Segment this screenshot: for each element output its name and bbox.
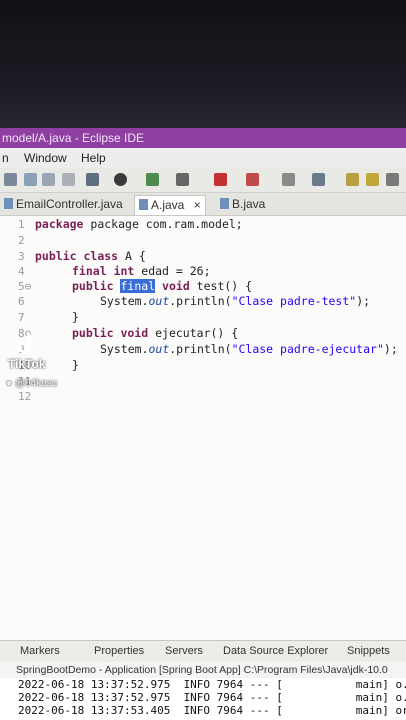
string-literal: "Clase padre-test" (231, 294, 357, 308)
editor-tabs: EmailController.java A.java × B.java (0, 193, 406, 216)
code-line: } (72, 358, 79, 372)
toolbar-icon[interactable] (24, 173, 37, 186)
string-literal: "Clase padre-ejecutar" (231, 342, 384, 356)
tab-snippets[interactable]: Snippets (347, 645, 390, 657)
console-line: 2022-06-18 13:37:52.975 INFO 7964 --- [ … (18, 691, 406, 704)
code-line: final int edad = 26; (72, 264, 211, 278)
tab-properties[interactable]: Properties (94, 645, 144, 657)
menu-item-window[interactable]: Window (24, 148, 67, 168)
tab-data-source-explorer[interactable]: Data Source Explorer (223, 645, 328, 657)
toolbar-icon[interactable] (176, 173, 189, 186)
keyword: final (72, 264, 107, 278)
tab-b-java[interactable]: B.java (216, 195, 265, 214)
line-number: 4 (18, 265, 25, 278)
tiktok-logo-icon (18, 333, 35, 353)
tab-label: EmailController.java (16, 197, 123, 211)
debug-icon[interactable] (86, 173, 99, 186)
keyword: public (35, 249, 77, 263)
tab-servers[interactable]: Servers (165, 645, 203, 657)
dark-background (0, 0, 406, 128)
code-line: } (72, 310, 79, 324)
handle-text: @04kasu (14, 378, 58, 389)
line-number: 12 (18, 390, 32, 403)
code-line: package package com.ram.model; (35, 217, 243, 231)
line-number: 7 (18, 311, 25, 324)
toolbar-icon[interactable] (312, 173, 325, 186)
tiktok-watermark: TikTok (8, 332, 46, 371)
code-text: edad = 26; (134, 264, 211, 278)
code-line: public void ejecutar() { (72, 326, 238, 340)
code-line: public final void test() { (72, 279, 252, 293)
keyword: int (113, 264, 135, 278)
keyword: package (35, 217, 84, 231)
tiktok-handle: ● @04kasu (6, 378, 57, 389)
line-number: 2 (18, 234, 25, 247)
code-text: ); (383, 342, 398, 356)
toolbar (0, 168, 406, 193)
console-title: SpringBootDemo - Application [Spring Boo… (0, 662, 406, 678)
static-field: out (148, 294, 170, 308)
keyword: void (120, 326, 149, 340)
keyword: public (72, 326, 114, 340)
window-title: model/A.java - Eclipse IDE (2, 131, 145, 145)
window-title-bar: model/A.java - Eclipse IDE (0, 128, 406, 148)
code-text: .println( (169, 342, 232, 356)
menu-item-run[interactable]: n (2, 148, 9, 168)
code-text: A { (118, 249, 146, 263)
bottom-panel-tabs: Markers Properties Servers Data Source E… (0, 640, 406, 663)
tab-label: A.java (151, 198, 185, 212)
tab-emailcontroller[interactable]: EmailController.java (0, 195, 123, 214)
line-number: 1 (18, 218, 25, 231)
line-number: 5⊖ (18, 280, 32, 293)
line-number: 6 (18, 295, 25, 308)
toolbar-icon[interactable] (346, 173, 359, 186)
selected-text: final (120, 279, 156, 293)
user-icon: ● (6, 378, 13, 389)
code-line: System.out.println("Clase padre-ejecutar… (100, 342, 398, 356)
code-editor[interactable]: 1 2 3 4 5⊖ 6 7 8⊖ 9 10 11 12 package pac… (0, 216, 406, 640)
tab-label: B.java (232, 197, 266, 211)
menu-item-help[interactable]: Help (81, 148, 106, 168)
code-text: System. (100, 294, 149, 308)
code-text: .println( (169, 294, 232, 308)
run-config-icon[interactable] (146, 173, 159, 186)
code-text: test() { (189, 279, 253, 293)
keyword: void (162, 279, 190, 293)
code-text: package com.ram.model; (90, 217, 243, 231)
toolbar-icon[interactable] (386, 173, 399, 186)
keyword: public (72, 279, 114, 293)
console-output[interactable]: 2022-06-18 13:37:52.975 INFO 7964 --- [ … (0, 678, 406, 720)
toolbar-icon[interactable] (4, 173, 17, 186)
toolbar-icon[interactable] (62, 173, 75, 186)
close-icon[interactable]: × (194, 198, 201, 212)
console-line: 2022-06-18 13:37:53.405 INFO 7964 --- [ … (18, 704, 406, 717)
toolbar-icon[interactable] (246, 173, 259, 186)
toolbar-icon[interactable] (366, 173, 379, 186)
code-line: System.out.println("Clase padre-test"); (100, 294, 370, 308)
toolbar-icon[interactable] (282, 173, 295, 186)
stop-icon[interactable] (214, 173, 227, 186)
tab-markers[interactable]: Markers (20, 645, 60, 657)
code-line: public class A { (35, 249, 146, 263)
menu-bar: n Window Help (0, 148, 406, 168)
java-file-icon (220, 198, 229, 209)
code-text: ); (356, 294, 371, 308)
java-file-icon (139, 199, 148, 210)
code-text: System. (100, 342, 149, 356)
tab-a-java[interactable]: A.java × (134, 195, 206, 215)
line-number: 3 (18, 250, 25, 263)
tiktok-brand: TikTok (8, 357, 46, 371)
toolbar-icon[interactable] (42, 173, 55, 186)
java-file-icon (4, 198, 13, 209)
static-field: out (148, 342, 170, 356)
console-line: 2022-06-18 13:37:52.975 INFO 7964 --- [ … (18, 678, 406, 691)
code-text: ejecutar() { (148, 326, 239, 340)
run-icon[interactable] (114, 173, 127, 186)
keyword: class (83, 249, 119, 263)
